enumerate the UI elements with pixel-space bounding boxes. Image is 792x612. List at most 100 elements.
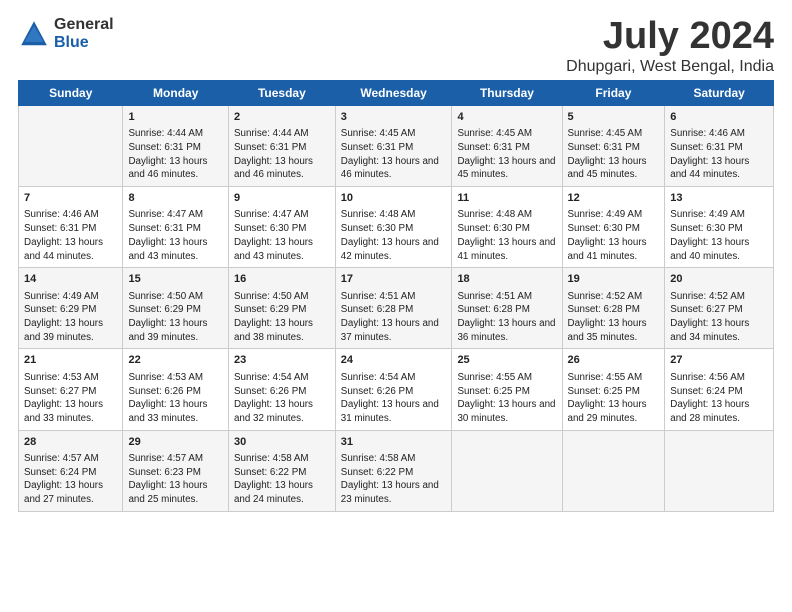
sunset-text: Sunset: 6:22 PM bbox=[341, 467, 413, 478]
week-row-2: 7 Sunrise: 4:46 AM Sunset: 6:31 PM Daylight… bbox=[19, 187, 774, 268]
sunset-text: Sunset: 6:30 PM bbox=[568, 223, 640, 234]
daylight-text: Daylight: 13 hours and 40 minutes. bbox=[670, 237, 749, 262]
sunrise-text: Sunrise: 4:44 AM bbox=[234, 128, 309, 139]
sunrise-text: Sunrise: 4:52 AM bbox=[568, 291, 643, 302]
daylight-text: Daylight: 13 hours and 28 minutes. bbox=[670, 399, 749, 424]
daylight-text: Daylight: 13 hours and 39 minutes. bbox=[128, 318, 207, 343]
daylight-text: Daylight: 13 hours and 46 minutes. bbox=[341, 156, 439, 181]
sunrise-text: Sunrise: 4:58 AM bbox=[234, 453, 309, 464]
sunrise-text: Sunrise: 4:45 AM bbox=[457, 128, 532, 139]
calendar-table: Sunday Monday Tuesday Wednesday Thursday… bbox=[18, 80, 774, 512]
daylight-text: Daylight: 13 hours and 38 minutes. bbox=[234, 318, 313, 343]
logo-icon bbox=[18, 18, 50, 50]
sunrise-text: Sunrise: 4:54 AM bbox=[234, 372, 309, 383]
cell-w1-d4: 11Sunrise: 4:48 AMSunset: 6:30 PMDayligh… bbox=[452, 187, 562, 268]
sunset-text: Sunset: 6:31 PM bbox=[568, 142, 640, 153]
date-number: 19 bbox=[568, 272, 660, 287]
logo: General Blue bbox=[18, 16, 114, 51]
date-number: 7 bbox=[24, 191, 117, 206]
daylight-text: Daylight: 13 hours and 29 minutes. bbox=[568, 399, 647, 424]
sunset-text: Sunset: 6:25 PM bbox=[457, 386, 529, 397]
sunset-text: Sunset: 6:25 PM bbox=[568, 386, 640, 397]
cell-w4-d2: 30 Sunrise: 4:58 AM Sunset: 6:22 PM Dayligh… bbox=[228, 430, 335, 511]
sunrise-text: Sunrise: 4:55 AM bbox=[457, 372, 532, 383]
cell-w4-d1: 29Sunrise: 4:57 AMSunset: 6:23 PMDayligh… bbox=[123, 430, 229, 511]
date-number: 17 bbox=[341, 272, 447, 287]
date-number: 27 bbox=[670, 353, 768, 368]
daylight-text: Daylight: 13 hours and 44 minutes. bbox=[24, 237, 103, 262]
daylight-text: Daylight: 13 hours and 24 minutes. bbox=[234, 480, 313, 505]
sunset-text: Sunset: 6:31 PM bbox=[670, 142, 742, 153]
cell-w2-d1: 15Sunrise: 4:50 AMSunset: 6:29 PMDayligh… bbox=[123, 268, 229, 349]
sunset-text: Sunset: 6:30 PM bbox=[234, 223, 306, 234]
date-number: 22 bbox=[128, 353, 223, 368]
sunrise-text: Sunrise: 4:53 AM bbox=[128, 372, 203, 383]
date-number: 13 bbox=[670, 191, 768, 206]
sunrise-text: Sunrise: 4:52 AM bbox=[670, 291, 745, 302]
sunrise-text: Sunrise: 4:47 AM bbox=[128, 209, 203, 220]
logo-general: General bbox=[54, 16, 114, 34]
col-saturday: Saturday bbox=[665, 80, 774, 105]
sunset-text: Sunset: 6:28 PM bbox=[341, 304, 413, 315]
cell-w2-d4: 18Sunrise: 4:51 AMSunset: 6:28 PMDayligh… bbox=[452, 268, 562, 349]
cell-w4-d6 bbox=[665, 430, 774, 511]
cell-w1-d1: 8Sunrise: 4:47 AMSunset: 6:31 PMDaylight… bbox=[123, 187, 229, 268]
sunset-text: Sunset: 6:31 PM bbox=[457, 142, 529, 153]
sunset-text: Sunset: 6:31 PM bbox=[24, 223, 96, 234]
sunrise-text: Sunrise: 4:53 AM bbox=[24, 372, 99, 383]
sunrise-text: Sunrise: 4:57 AM bbox=[24, 453, 99, 464]
daylight-text: Daylight: 13 hours and 39 minutes. bbox=[24, 318, 103, 343]
sunset-text: Sunset: 6:29 PM bbox=[24, 304, 96, 315]
cell-w1-d2: 9Sunrise: 4:47 AMSunset: 6:30 PMDaylight… bbox=[228, 187, 335, 268]
cell-w0-d5: 5Sunrise: 4:45 AMSunset: 6:31 PMDaylight… bbox=[562, 105, 665, 186]
sunset-text: Sunset: 6:29 PM bbox=[128, 304, 200, 315]
date-number: 9 bbox=[234, 191, 330, 206]
week-row-1: 1 Sunrise: 4:44 AM Sunset: 6:31 PM Daylight… bbox=[19, 105, 774, 186]
week-row-5: 28Sunrise: 4:57 AMSunset: 6:24 PMDayligh… bbox=[19, 430, 774, 511]
col-tuesday: Tuesday bbox=[228, 80, 335, 105]
sunrise-text: Sunrise: 4:56 AM bbox=[670, 372, 745, 383]
sunrise-text: Sunrise: 4:46 AM bbox=[24, 209, 99, 220]
cell-w0-d1: 1Sunrise: 4:44 AMSunset: 6:31 PMDaylight… bbox=[123, 105, 229, 186]
sunrise-text: Sunrise: 4:45 AM bbox=[568, 128, 643, 139]
date-number: 2 bbox=[234, 110, 330, 125]
sunset-text: Sunset: 6:29 PM bbox=[234, 304, 306, 315]
daylight-text: Daylight: 13 hours and 42 minutes. bbox=[341, 237, 439, 262]
cell-w1-d5: 12Sunrise: 4:49 AMSunset: 6:30 PMDayligh… bbox=[562, 187, 665, 268]
cell-w2-d2: 16Sunrise: 4:50 AMSunset: 6:29 PMDayligh… bbox=[228, 268, 335, 349]
sunset-text: Sunset: 6:28 PM bbox=[568, 304, 640, 315]
date-number: 1 bbox=[128, 110, 223, 125]
week-row-4: 21Sunrise: 4:53 AMSunset: 6:27 PMDayligh… bbox=[19, 349, 774, 430]
daylight-text: Daylight: 13 hours and 23 minutes. bbox=[341, 480, 439, 505]
cell-w3-d3: 24Sunrise: 4:54 AMSunset: 6:26 PMDayligh… bbox=[335, 349, 452, 430]
header: General Blue July 2024 Dhupgari, West Be… bbox=[18, 16, 774, 76]
cell-w2-d6: 20Sunrise: 4:52 AMSunset: 6:27 PMDayligh… bbox=[665, 268, 774, 349]
daylight-text: Daylight: 13 hours and 37 minutes. bbox=[341, 318, 439, 343]
daylight-text: Daylight: 13 hours and 45 minutes. bbox=[457, 156, 555, 181]
sunrise-text: Sunrise: 4:51 AM bbox=[341, 291, 416, 302]
cell-w3-d6: 27Sunrise: 4:56 AMSunset: 6:24 PMDayligh… bbox=[665, 349, 774, 430]
cell-w3-d2: 23Sunrise: 4:54 AMSunset: 6:26 PMDayligh… bbox=[228, 349, 335, 430]
cell-w0-d2: 2Sunrise: 4:44 AMSunset: 6:31 PMDaylight… bbox=[228, 105, 335, 186]
daylight-text: Daylight: 13 hours and 36 minutes. bbox=[457, 318, 555, 343]
sunset-text: Sunset: 6:26 PM bbox=[128, 386, 200, 397]
sunset-text: Sunset: 6:31 PM bbox=[128, 142, 200, 153]
sunset-text: Sunset: 6:22 PM bbox=[234, 467, 306, 478]
daylight-text: Daylight: 13 hours and 43 minutes. bbox=[128, 237, 207, 262]
sunrise-text: Sunrise: 4:54 AM bbox=[341, 372, 416, 383]
date-number: 12 bbox=[568, 191, 660, 206]
sunset-text: Sunset: 6:31 PM bbox=[341, 142, 413, 153]
date-number: 4 bbox=[457, 110, 556, 125]
cell-w2-d0: 14Sunrise: 4:49 AMSunset: 6:29 PMDayligh… bbox=[19, 268, 123, 349]
date-number: 18 bbox=[457, 272, 556, 287]
sunset-text: Sunset: 6:30 PM bbox=[457, 223, 529, 234]
date-number: 11 bbox=[457, 191, 556, 206]
sunrise-text: Sunrise: 4:49 AM bbox=[670, 209, 745, 220]
daylight-text: Daylight: 13 hours and 34 minutes. bbox=[670, 318, 749, 343]
daylight-text: Daylight: 13 hours and 31 minutes. bbox=[341, 399, 439, 424]
sunrise-text: Sunrise: 4:50 AM bbox=[128, 291, 203, 302]
sunrise-text: Sunrise: 4:57 AM bbox=[128, 453, 203, 464]
cell-w3-d0: 21Sunrise: 4:53 AMSunset: 6:27 PMDayligh… bbox=[19, 349, 123, 430]
cell-w1-d0: 7 Sunrise: 4:46 AM Sunset: 6:31 PM Daylight… bbox=[19, 187, 123, 268]
date-number: 30 bbox=[234, 435, 330, 450]
